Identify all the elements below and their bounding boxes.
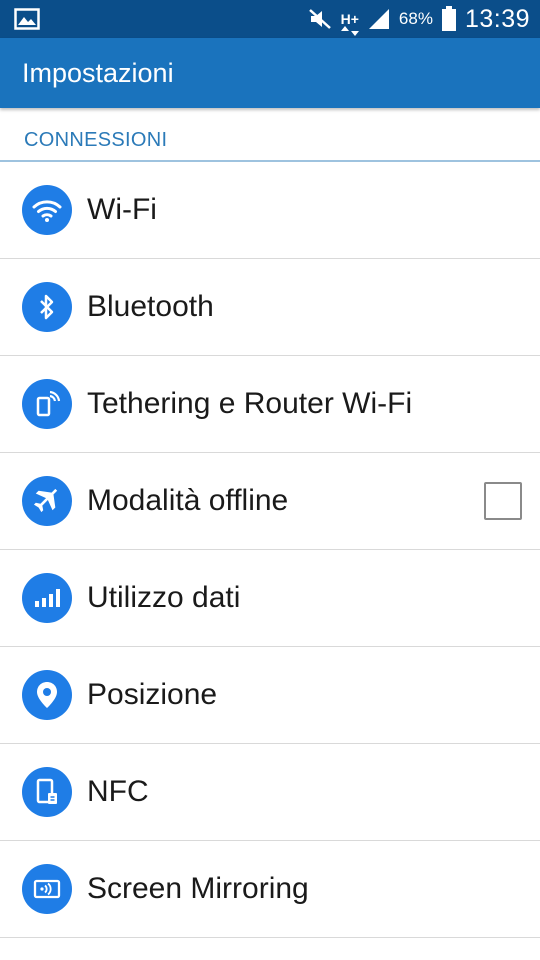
wifi-label: Wi-Fi (87, 193, 157, 226)
battery-icon (441, 6, 457, 32)
action-bar: Impostazioni (0, 38, 540, 108)
wifi-icon (22, 185, 72, 235)
location-icon (22, 670, 72, 720)
screen-mirroring-label: Screen Mirroring (87, 872, 309, 905)
bluetooth-label: Bluetooth (87, 290, 214, 323)
screen-mirroring-icon (22, 864, 72, 914)
tethering-icon (22, 379, 72, 429)
settings-list: Wi-Fi Bluetooth Tethering e Router Wi-Fi… (0, 162, 540, 938)
list-item-screen-mirroring[interactable]: Screen Mirroring (0, 841, 540, 938)
list-item-data-usage[interactable]: Utilizzo dati (0, 550, 540, 647)
offline-mode-label: Modalità offline (87, 484, 289, 517)
section-title: CONNESSIONI (24, 129, 168, 151)
tethering-label: Tethering e Router Wi-Fi (87, 387, 413, 420)
data-usage-icon (22, 573, 72, 623)
bluetooth-icon (22, 282, 72, 332)
status-bar: H+ 68% 13:39 (0, 0, 540, 38)
list-item-tethering[interactable]: Tethering e Router Wi-Fi (0, 356, 540, 453)
section-header: CONNESSIONI (0, 108, 540, 162)
offline-mode-checkbox[interactable] (484, 482, 522, 520)
location-label: Posizione (87, 678, 218, 711)
list-item-offline-mode[interactable]: Modalità offline (0, 453, 540, 550)
airplane-icon (22, 476, 72, 526)
data-usage-label: Utilizzo dati (87, 581, 241, 614)
list-item-nfc[interactable]: NFC (0, 744, 540, 841)
page-title: Impostazioni (22, 57, 174, 88)
network-type-icon: H+ (340, 11, 359, 36)
gallery-notification-icon (14, 8, 40, 30)
battery-percent: 68% (398, 9, 433, 28)
nfc-label: NFC (87, 775, 149, 808)
nfc-icon (22, 767, 72, 817)
signal-icon (367, 7, 391, 31)
mute-icon (307, 7, 333, 31)
list-item-location[interactable]: Posizione (0, 647, 540, 744)
clock: 13:39 (464, 4, 530, 33)
list-item-wifi[interactable]: Wi-Fi (0, 162, 540, 259)
network-type-text: H+ (340, 11, 359, 27)
list-item-bluetooth[interactable]: Bluetooth (0, 259, 540, 356)
